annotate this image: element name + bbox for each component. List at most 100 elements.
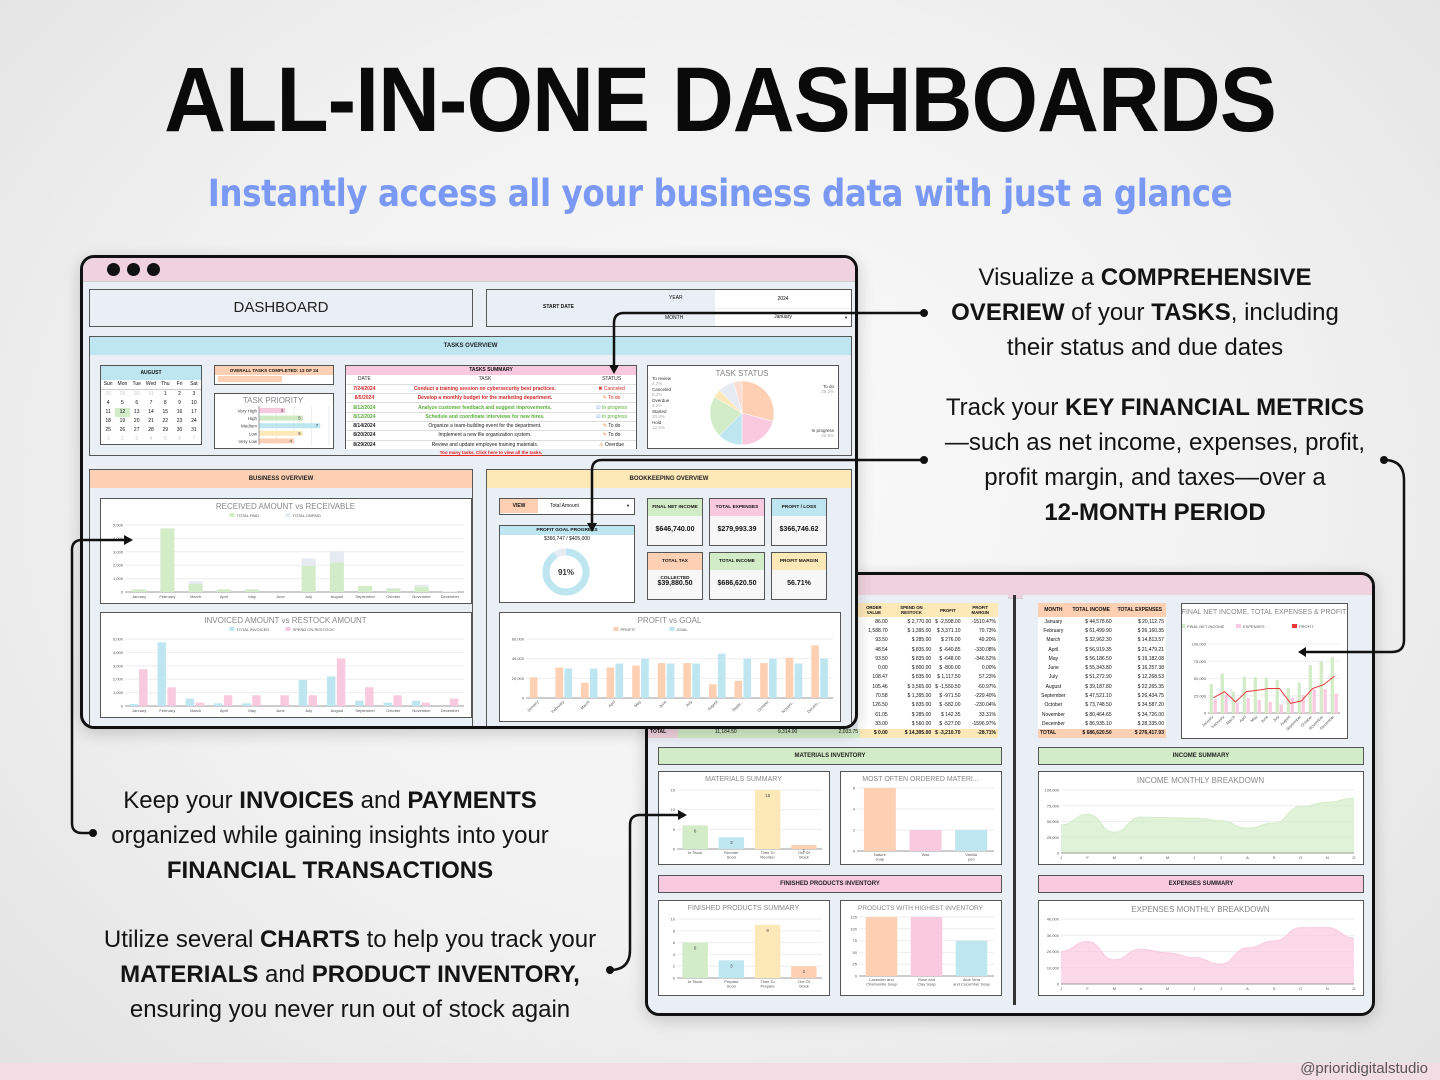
calendar-day[interactable]: 30 bbox=[172, 426, 186, 435]
tick-label: 0 bbox=[1204, 711, 1207, 716]
kpi-value: $646,740.00 bbox=[655, 526, 695, 533]
calendar-day[interactable]: 31 bbox=[144, 390, 158, 399]
bar bbox=[1246, 698, 1250, 713]
calendar-day[interactable]: 2 bbox=[115, 435, 129, 444]
table-cell: $ 21,479.21 bbox=[1137, 646, 1164, 653]
calendar-day[interactable]: 24 bbox=[187, 417, 201, 426]
calendar-day[interactable]: 4 bbox=[144, 435, 158, 444]
calendar-day[interactable]: 6 bbox=[172, 435, 186, 444]
task-date: 8/12/2024 bbox=[353, 404, 376, 411]
calendar-day[interactable]: 15 bbox=[158, 408, 172, 417]
callout-text: and bbox=[258, 961, 312, 988]
callout-line: 12-MONTH PERIOD bbox=[930, 495, 1380, 530]
table-cell: $ 835.00 bbox=[911, 646, 932, 653]
calendar-day[interactable]: 7 bbox=[187, 435, 201, 444]
calendar-day[interactable]: 12 bbox=[115, 408, 130, 417]
bar bbox=[301, 565, 316, 592]
calendar-day[interactable]: 7 bbox=[144, 399, 158, 408]
calendar-day[interactable]: 5 bbox=[115, 399, 129, 408]
bar bbox=[1312, 689, 1316, 713]
chart-title: FINISHED PRODUCTS SUMMARY bbox=[688, 905, 800, 912]
kpi-card: PROFIT MARGIN 56.71% bbox=[771, 552, 827, 600]
calendar-day[interactable]: 29 bbox=[158, 426, 172, 435]
calendar-day[interactable]: 27 bbox=[130, 426, 144, 435]
calendar-day[interactable]: 10 bbox=[187, 399, 201, 408]
x-tick-label: October bbox=[386, 594, 401, 599]
tick-label: 60,000 bbox=[512, 637, 525, 642]
income-table: MONTH TOTAL INCOME TOTAL EXPENSES January $ … bbox=[1038, 603, 1166, 738]
total-value: 11,184.50 bbox=[678, 729, 739, 738]
table-header-cell: TOTAL EXPENSES bbox=[1113, 603, 1166, 617]
table-row: October $ 73,748.50 $ 34,587.20 bbox=[1038, 701, 1166, 710]
calendar-day[interactable]: 9 bbox=[172, 399, 186, 408]
callout-emphasis: KEY FINANCIAL METRICS bbox=[1065, 394, 1365, 421]
calendar-day[interactable]: 28 bbox=[101, 390, 115, 399]
calendar-day[interactable]: 3 bbox=[130, 435, 144, 444]
x-tick-label: D bbox=[1353, 986, 1356, 991]
table-cell: $ 1,395.00 bbox=[907, 693, 932, 700]
calendar-day[interactable]: 29 bbox=[115, 390, 129, 399]
table-cell: 105.46 bbox=[872, 683, 888, 690]
x-tick-label: February bbox=[159, 594, 175, 599]
calendar-day[interactable]: 2 bbox=[172, 390, 186, 399]
credit-handle: @prioridigitalstudio bbox=[1300, 1060, 1428, 1077]
calendar-day[interactable]: 16 bbox=[172, 408, 186, 417]
table-cell: $ 835.00 bbox=[911, 674, 932, 681]
month-cell: December bbox=[1041, 720, 1065, 727]
calendar-day[interactable]: 18 bbox=[101, 417, 115, 426]
task-name: Schedule and coordinate interviews for n… bbox=[425, 413, 545, 420]
calendar-day[interactable]: 26 bbox=[115, 426, 129, 435]
month-select[interactable]: January ▼ bbox=[715, 309, 851, 326]
calendar-day[interactable]: 6 bbox=[130, 399, 144, 408]
x-tick-label: June bbox=[276, 708, 285, 713]
view-select[interactable]: VIEW Total Amount ▼ bbox=[499, 498, 635, 515]
x-tick-label: May bbox=[248, 708, 256, 713]
year-field[interactable]: 2024 bbox=[715, 290, 851, 308]
calendar-day[interactable]: 20 bbox=[130, 417, 144, 426]
calendar-day[interactable]: 22 bbox=[158, 417, 172, 426]
dashboard-title-box: DASHBOARD bbox=[89, 289, 473, 327]
calendar-day[interactable]: 31 bbox=[187, 426, 201, 435]
bar bbox=[195, 702, 205, 706]
table-cell: $ 26,434.75 bbox=[1137, 693, 1164, 700]
table-cell: $ -648.00 bbox=[939, 655, 961, 662]
calendar-day[interactable]: 30 bbox=[130, 390, 144, 399]
x-tick-label: September bbox=[355, 708, 375, 713]
bar bbox=[1268, 701, 1272, 713]
window-dot-icon[interactable] bbox=[147, 263, 160, 276]
table-cell: -330.08% bbox=[974, 646, 996, 653]
calendar-day[interactable]: 4 bbox=[101, 399, 115, 408]
window-dot-icon[interactable] bbox=[107, 263, 120, 276]
callout-invoices: Keep your INVOICES and PAYMENTS organized… bbox=[90, 783, 570, 888]
calendar-day[interactable]: 1 bbox=[158, 390, 172, 399]
table-row: 8/5/2024 Develop a monthly budget for the… bbox=[346, 393, 636, 403]
tick-label: 3,000 bbox=[113, 663, 124, 668]
calendar-day[interactable]: 25 bbox=[101, 426, 115, 435]
calendar-day[interactable]: 19 bbox=[115, 417, 129, 426]
bar bbox=[1209, 684, 1213, 713]
calendar-day[interactable]: 14 bbox=[144, 408, 158, 417]
bar bbox=[555, 667, 564, 698]
calendar-day[interactable]: 28 bbox=[144, 426, 158, 435]
calendar-grid: Sun Mon Tue Wed Thu Fri Sat 28 29 30 31 1 2 3 4 5 6 7 8 9 10… bbox=[101, 380, 201, 444]
calendar-day[interactable]: 3 bbox=[187, 390, 201, 399]
calendar-day[interactable]: 8 bbox=[158, 399, 172, 408]
callout-text: their status and due dates bbox=[1006, 334, 1284, 361]
bar bbox=[657, 663, 666, 698]
calendar-day[interactable]: 11 bbox=[101, 408, 115, 417]
table-header-cell: SPEND ON RESTOCK bbox=[889, 603, 934, 617]
table-row: 33.00 $ 560.00 $ -527.00 -1596.97% bbox=[858, 719, 998, 728]
tick-label: 4,000 bbox=[113, 536, 124, 541]
calendar-day[interactable]: 13 bbox=[130, 408, 144, 417]
calendar-day[interactable]: 23 bbox=[172, 417, 186, 426]
calendar-day[interactable]: 5 bbox=[158, 435, 172, 444]
view-all-tasks-link[interactable]: Too many tasks. Click here to view all t… bbox=[345, 450, 637, 455]
task-date: 8/14/2024 bbox=[353, 423, 376, 430]
window-dot-icon[interactable] bbox=[127, 263, 140, 276]
calendar-day[interactable]: 21 bbox=[144, 417, 158, 426]
calendar-day[interactable]: 1 bbox=[101, 435, 115, 444]
bar bbox=[1257, 699, 1261, 713]
bar bbox=[910, 917, 943, 976]
calendar-day[interactable]: 17 bbox=[187, 408, 201, 417]
x-tick-label: October bbox=[386, 708, 401, 713]
